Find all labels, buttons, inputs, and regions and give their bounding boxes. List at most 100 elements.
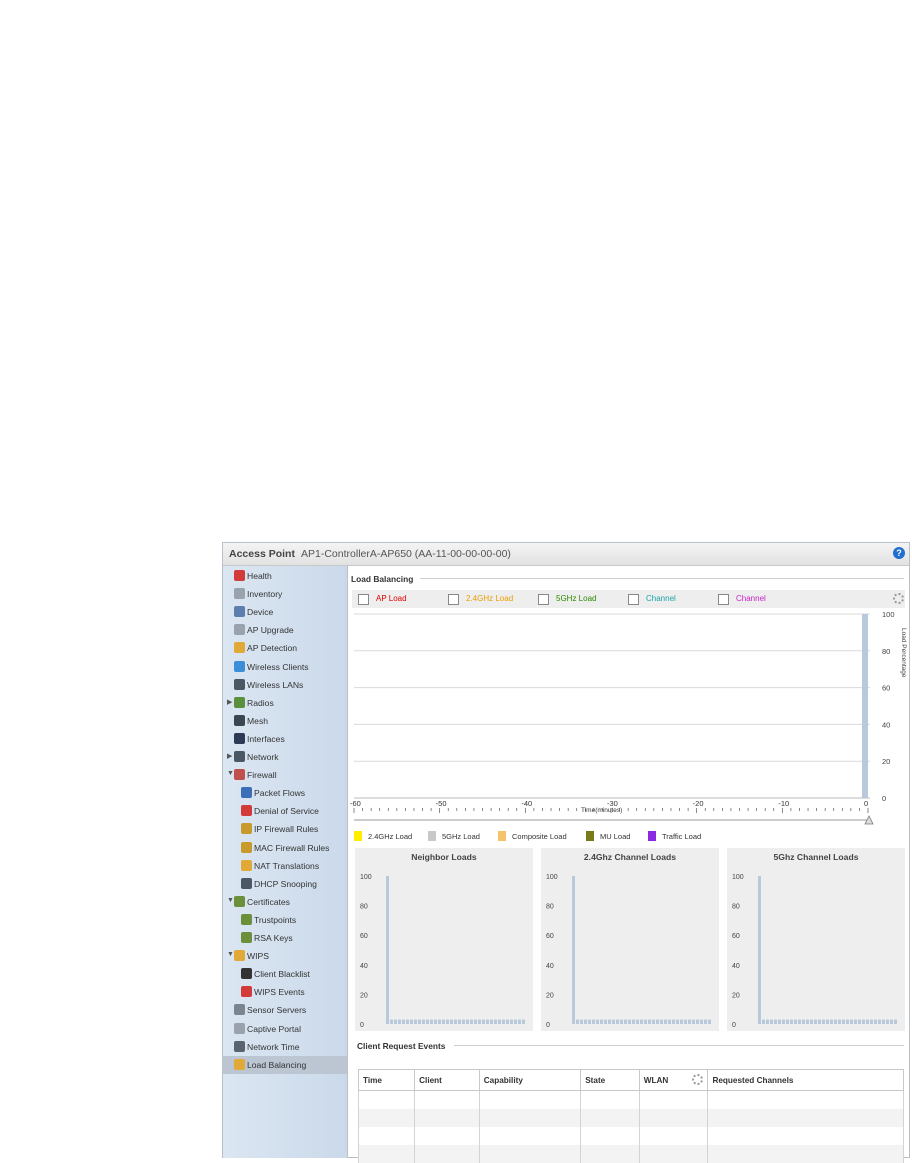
help-icon[interactable]: ?: [893, 547, 905, 559]
column-header-client[interactable]: Client: [414, 1069, 480, 1091]
sidebar-item-denial-of-service[interactable]: Denial of Service: [223, 802, 347, 820]
column-header-requested-channels[interactable]: Requested Channels: [707, 1069, 904, 1091]
sidebar-item-device[interactable]: Device: [223, 603, 347, 621]
column-header-label: WLAN: [643, 1075, 669, 1085]
sidebar-item-mac-firewall-rules[interactable]: MAC Firewall Rules: [223, 839, 347, 857]
load-bar: [894, 1019, 897, 1024]
load-bar: [494, 1019, 497, 1024]
expand-right-arrow-icon[interactable]: ▶: [227, 698, 232, 706]
column-header-capability[interactable]: Capability: [478, 1069, 582, 1091]
y-tick-label: 40: [546, 963, 554, 970]
sidebar-item-network-time[interactable]: Network Time: [223, 1038, 347, 1056]
sidebar-item-firewall[interactable]: ▼ Firewall: [223, 766, 347, 784]
channel-24ghz-loads-panel: 2.4Ghz Channel Loads 0 20 40 60 80 100: [541, 848, 719, 1031]
column-settings-gear-icon[interactable]: [692, 1074, 704, 1085]
sidebar-item-health[interactable]: Health: [223, 567, 347, 585]
sidebar-item-certificates[interactable]: ▼ Certificates: [223, 893, 347, 911]
neighbor-loads-chart: 0 20 40 60 80 100: [360, 874, 525, 1029]
y-tick-label: 0: [882, 794, 886, 803]
sidebar-item-inventory[interactable]: Inventory: [223, 585, 347, 603]
table-row[interactable]: [357, 1109, 904, 1127]
sidebar-item-ap-detection[interactable]: AP Detection: [223, 639, 347, 657]
sidebar-item-packet-flows[interactable]: Packet Flows: [223, 784, 347, 802]
column-header-label: Client: [419, 1075, 442, 1085]
sidebar-item-dhcp-snooping[interactable]: DHCP Snooping: [223, 875, 347, 893]
table-row[interactable]: [357, 1127, 904, 1145]
load-bar: [886, 1019, 889, 1024]
sidebar-item-label: MAC Firewall Rules: [254, 842, 330, 853]
load-percentage-chart: 020406080100-60 -50 -40 -30 -20 -10 0Time(minu…: [350, 610, 907, 825]
sidebar-item-interfaces[interactable]: Interfaces: [223, 730, 347, 748]
load-bar: [518, 1019, 521, 1024]
sidebar-item-label: DHCP Snooping: [254, 878, 317, 889]
network-time-icon: [234, 1040, 245, 1052]
column-header-label: State: [585, 1075, 606, 1085]
load-bar: [522, 1019, 525, 1024]
sidebar-item-wips-events[interactable]: WIPS Events: [223, 983, 347, 1001]
table-cell: [707, 1145, 904, 1163]
column-header-wlan[interactable]: WLAN: [638, 1069, 709, 1091]
load-bar: [814, 1019, 817, 1024]
sidebar-item-label: Trustpoints: [254, 914, 297, 925]
legend-label-5ghz-load: 5GHz Load: [442, 832, 480, 841]
neighbor-loads-panel: Neighbor Loads 0 20 40 60 80 100: [355, 848, 533, 1031]
sidebar-item-nat-translations[interactable]: NAT Translations: [223, 857, 347, 875]
table-cell: [357, 1090, 416, 1109]
sidebar-item-captive-portal[interactable]: Captive Portal: [223, 1020, 347, 1038]
sidebar-item-mesh[interactable]: Mesh: [223, 712, 347, 730]
certificates-icon: [234, 895, 245, 907]
denial-of-service-icon: [241, 805, 252, 817]
firewall-icon: [234, 769, 245, 781]
sidebar-item-wips[interactable]: ▼ WIPS: [223, 947, 347, 965]
sidebar-item-load-balancing[interactable]: Load Balancing: [223, 1055, 347, 1074]
load-bar: [766, 1019, 769, 1024]
sidebar-item-trustpoints[interactable]: Trustpoints: [223, 911, 347, 929]
expand-down-arrow-icon[interactable]: ▼: [227, 770, 234, 777]
table-row[interactable]: [357, 1090, 904, 1109]
y-tick-label: 60: [882, 684, 890, 693]
load-bar: [580, 1019, 583, 1024]
channel-5ghz-loads-chart: 0 20 40 60 80 100: [732, 874, 897, 1029]
table-cell: [414, 1090, 480, 1109]
column-header-time[interactable]: Time: [357, 1069, 416, 1091]
load-balancing-icon: [234, 1058, 245, 1070]
sidebar-item-label: AP Detection: [247, 643, 298, 654]
column-header-state[interactable]: State: [580, 1069, 640, 1091]
expand-down-arrow-icon[interactable]: ▼: [227, 897, 234, 904]
sidebar-item-ap-upgrade[interactable]: AP Upgrade: [223, 621, 347, 639]
table-header-row: Time Client Capability State WLAN Requested C…: [357, 1069, 904, 1091]
device-name: AP1-ControllerA-AP650 (AA-11-00-00-00-00…: [301, 548, 511, 560]
x-axis-label: Time(minutes): [581, 807, 622, 814]
sidebar-item-sensor-servers[interactable]: Sensor Servers: [223, 1001, 347, 1019]
sidebar-item-client-blacklist[interactable]: Client Blacklist: [223, 965, 347, 983]
load-bar: [834, 1019, 837, 1024]
load-bar: [454, 1019, 457, 1024]
table-row[interactable]: [357, 1145, 904, 1163]
wireless-lans-icon: [234, 678, 245, 690]
load-bar: [490, 1019, 493, 1024]
sidebar-item-wireless-clients[interactable]: Wireless Clients: [223, 658, 347, 676]
sidebar-item-network[interactable]: ▶ Network: [223, 748, 347, 766]
sidebar-item-label: Denial of Service: [254, 806, 319, 817]
table-cell: [707, 1109, 904, 1127]
expand-down-arrow-icon[interactable]: ▼: [227, 951, 234, 958]
sidebar-item-ip-firewall-rules[interactable]: IP Firewall Rules: [223, 820, 347, 838]
sidebar-item-label: AP Upgrade: [247, 625, 294, 636]
sidebar-item-label: Packet Flows: [254, 788, 306, 799]
table-cell: [357, 1109, 416, 1127]
sidebar-item-rsa-keys[interactable]: RSA Keys: [223, 929, 347, 947]
table-cell: [707, 1127, 904, 1145]
y-tick-label: 40: [360, 963, 368, 970]
expand-right-arrow-icon[interactable]: ▶: [227, 752, 232, 760]
load-bar: [414, 1019, 417, 1024]
load-bar: [652, 1019, 655, 1024]
load-bar: [672, 1019, 675, 1024]
load-bar: [462, 1019, 465, 1024]
load-bar: [398, 1019, 401, 1024]
sidebar-item-wireless-lans[interactable]: Wireless LANs: [223, 676, 347, 694]
trustpoints-icon: [241, 913, 252, 925]
x-tick-label: -20: [693, 799, 704, 808]
sidebar-item-label: Client Blacklist: [254, 969, 310, 980]
load-bar: [418, 1019, 421, 1024]
sidebar-item-radios[interactable]: ▶ Radios: [223, 694, 347, 712]
